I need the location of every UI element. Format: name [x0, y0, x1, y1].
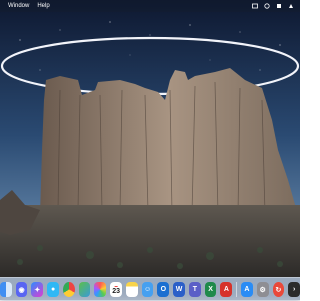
status-icon-1[interactable]: [252, 3, 258, 9]
calendar-icon[interactable]: ▬ 23: [110, 282, 122, 297]
finder-icon[interactable]: [0, 282, 12, 297]
discord-icon[interactable]: ◉: [15, 282, 28, 297]
dock-separator: [236, 282, 238, 297]
app-store-icon[interactable]: A: [241, 282, 253, 297]
terminal-icon[interactable]: ›: [288, 282, 301, 297]
transmit-icon[interactable]: ↻: [272, 282, 285, 297]
status-icon-2[interactable]: [264, 3, 270, 9]
desktop-wallpaper: [0, 0, 300, 300]
status-icon-3[interactable]: [276, 3, 282, 9]
chrome-icon[interactable]: [62, 282, 75, 297]
outlook-icon[interactable]: O: [157, 282, 170, 297]
finder-alt-icon[interactable]: ☺: [141, 282, 154, 297]
notes-icon[interactable]: [125, 282, 138, 297]
teams-icon[interactable]: T: [188, 282, 201, 297]
menu-help[interactable]: Help: [37, 0, 49, 12]
dock: ◉ ✦ ● ▬ 23 ☺ O W T X A A ⚙ ↻ ›: [0, 277, 301, 301]
menu-bar: Window Help: [0, 0, 300, 12]
messenger-icon[interactable]: ✦: [31, 282, 44, 297]
photos-icon[interactable]: [94, 282, 107, 297]
acrobat-icon[interactable]: A: [220, 282, 233, 297]
messages-icon[interactable]: ●: [47, 282, 59, 297]
status-icon-4[interactable]: [288, 3, 294, 9]
excel-icon[interactable]: X: [204, 282, 217, 297]
system-settings-icon[interactable]: ⚙: [256, 282, 269, 297]
calendar-day: 23: [112, 288, 120, 295]
word-icon[interactable]: W: [173, 282, 185, 297]
maps-icon[interactable]: [78, 282, 91, 297]
menu-window[interactable]: Window: [8, 0, 29, 12]
